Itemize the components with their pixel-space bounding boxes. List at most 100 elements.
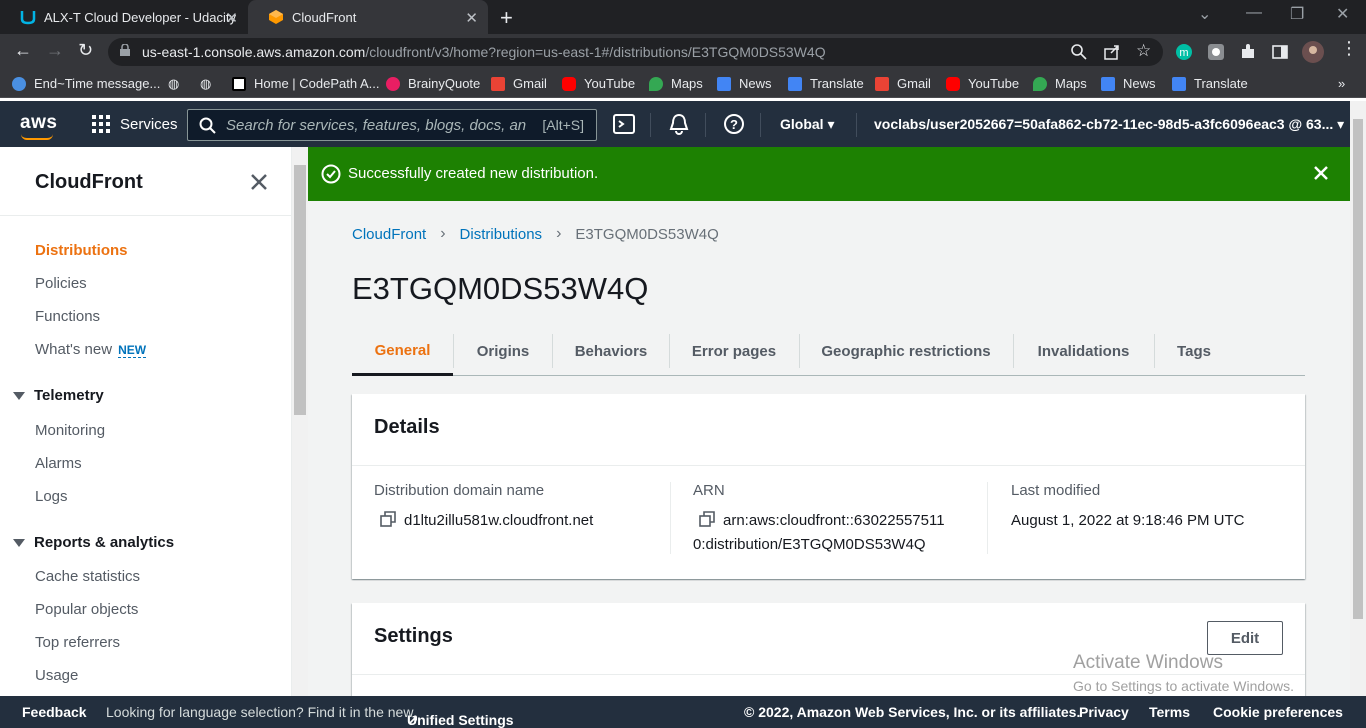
bookmark-item[interactable]: YouTube [562,76,635,91]
address-bar[interactable]: us-east-1.console.aws.amazon.com/cloudfr… [108,38,1163,66]
extension-gray-icon[interactable] [1207,43,1225,61]
notifications-bell-icon[interactable] [668,113,690,135]
scrollbar-thumb[interactable] [294,165,306,415]
search-placeholder: Search for services, features, blogs, do… [226,117,526,134]
bookmark-item[interactable]: YouTube [946,76,1019,91]
copy-icon[interactable] [699,511,715,527]
page-scrollbar[interactable] [1350,101,1366,696]
extensions-puzzle-icon[interactable] [1239,43,1257,61]
sidebar-item-cache-statistics[interactable]: Cache statistics [35,568,140,585]
aws-search-input[interactable]: Search for services, features, blogs, do… [187,109,597,141]
side-panel-icon[interactable] [1271,43,1289,61]
profile-avatar[interactable] [1302,41,1324,63]
close-tab-icon[interactable]: ✕ [225,9,238,27]
more-bookmarks-icon[interactable]: » [1338,76,1345,91]
cloudshell-icon[interactable] [613,113,635,135]
reload-icon[interactable]: ↻ [78,40,93,61]
sidebar-item-popular-objects[interactable]: Popular objects [35,601,138,618]
minimize-icon[interactable]: — [1246,4,1262,22]
edit-button[interactable]: Edit [1207,621,1283,655]
sidebar-item-alarms[interactable]: Alarms [35,455,82,472]
bookmark-item[interactable]: News [717,76,772,91]
copy-icon[interactable] [380,511,396,527]
sidebar-item-monitoring[interactable]: Monitoring [35,422,105,439]
close-window-icon[interactable]: ✕ [1336,4,1349,24]
bookmark-item[interactable]: Translate [788,76,864,91]
cookie-preferences-link[interactable]: Cookie preferences [1213,704,1343,720]
bookmark-item[interactable]: End~Time message... [12,76,160,91]
tab-general[interactable]: General [352,327,453,376]
region-selector[interactable]: Global ▾ [780,116,834,133]
translate-icon [788,76,802,91]
forward-icon[interactable]: → [46,40,64,61]
bookmark-item[interactable]: Gmail [875,76,931,91]
aws-logo[interactable]: aws [20,112,57,140]
privacy-link[interactable]: Privacy [1079,704,1129,720]
zoom-icon[interactable] [1070,43,1088,61]
translate-icon [1172,76,1186,91]
bookmark-item[interactable]: Maps [1033,76,1087,91]
browser-menu-icon[interactable]: ⋮ [1340,38,1358,59]
globe-icon[interactable]: ◍ [168,76,179,92]
services-menu-button[interactable]: Services [92,115,178,133]
sidebar-title: CloudFront [35,171,143,193]
sidebar-item-logs[interactable]: Logs [35,488,68,505]
tab-origins[interactable]: Origins [454,327,552,375]
bookmark-star-icon[interactable]: ☆ [1136,41,1151,61]
back-icon[interactable]: ← [14,40,32,61]
help-icon[interactable]: ? [723,113,745,135]
bookmark-item[interactable]: News [1101,76,1156,91]
settings-title: Settings [374,625,453,647]
tab-invalidations[interactable]: Invalidations [1014,327,1153,375]
new-tab-icon[interactable]: + [500,5,513,31]
sidebar-item-top-referrers[interactable]: Top referrers [35,634,120,651]
sidebar-section-reports[interactable]: Reports & analytics [13,534,174,551]
scrollbar-thumb[interactable] [1353,119,1363,619]
tab-search-icon[interactable]: ⌄ [1198,4,1211,24]
feedback-link[interactable]: Feedback [22,704,87,720]
breadcrumb-distributions[interactable]: Distributions [460,226,543,243]
account-menu[interactable]: voclabs/user2052667=50afa862-cb72-11ec-9… [874,116,1344,133]
bookmark-item[interactable]: Gmail [491,76,547,91]
nav-divider [760,113,761,137]
sidebar-item-usage[interactable]: Usage [35,667,78,684]
tab-geographic-restrictions[interactable]: Geographic restrictions [800,327,1012,375]
bookmark-item[interactable]: Translate [1172,76,1248,91]
column-divider [987,482,988,554]
sidebar-item-functions[interactable]: Functions [35,308,100,325]
last-modified-label: Last modified [1011,482,1101,499]
sidebar-item-policies[interactable]: Policies [35,275,87,292]
tab-tags[interactable]: Tags [1155,327,1233,375]
sidebar-item-distributions[interactable]: Distributions [35,242,128,259]
domain-name-label: Distribution domain name [374,482,545,499]
share-icon[interactable] [1103,43,1121,61]
maps-icon [1033,76,1047,91]
close-sidebar-icon[interactable] [248,171,270,193]
bookmark-item[interactable]: BrainyQuote [386,76,480,91]
last-modified-value: August 1, 2022 at 9:18:46 PM UTC [1011,512,1245,529]
bookmark-item[interactable]: Maps [649,76,703,91]
dismiss-icon[interactable] [1312,164,1330,182]
sidebar: CloudFront Distributions Policies Functi… [0,147,292,696]
browser-tab-udacity[interactable]: ALX-T Cloud Developer - Udacity ✕ [0,0,248,34]
sidebar-item-whats-new[interactable]: What's new NEW [35,341,147,358]
success-check-icon [321,164,341,184]
details-title: Details [374,416,440,438]
language-text: Looking for language selection? Find it … [106,704,414,720]
extension-m-icon[interactable]: m [1175,43,1193,61]
caret-down-icon [13,538,25,547]
bookmark-item[interactable]: Home | CodePath A... [232,76,380,91]
details-header: Details [352,394,1305,466]
browser-tab-cloudfront[interactable]: CloudFront ✕ [248,0,488,34]
globe-icon[interactable]: ◍ [200,76,211,92]
restore-icon[interactable]: ❐ [1290,4,1304,24]
sidebar-scrollbar[interactable] [292,147,308,696]
terms-link[interactable]: Terms [1149,704,1190,720]
tab-behaviors[interactable]: Behaviors [553,327,669,375]
tab-error-pages[interactable]: Error pages [670,327,798,375]
close-tab-icon[interactable]: ✕ [465,9,478,27]
sidebar-section-telemetry[interactable]: Telemetry [13,387,104,404]
news-icon [717,76,731,91]
breadcrumb-cloudfront[interactable]: CloudFront [352,226,426,243]
external-link-icon: ↗ [407,712,419,728]
